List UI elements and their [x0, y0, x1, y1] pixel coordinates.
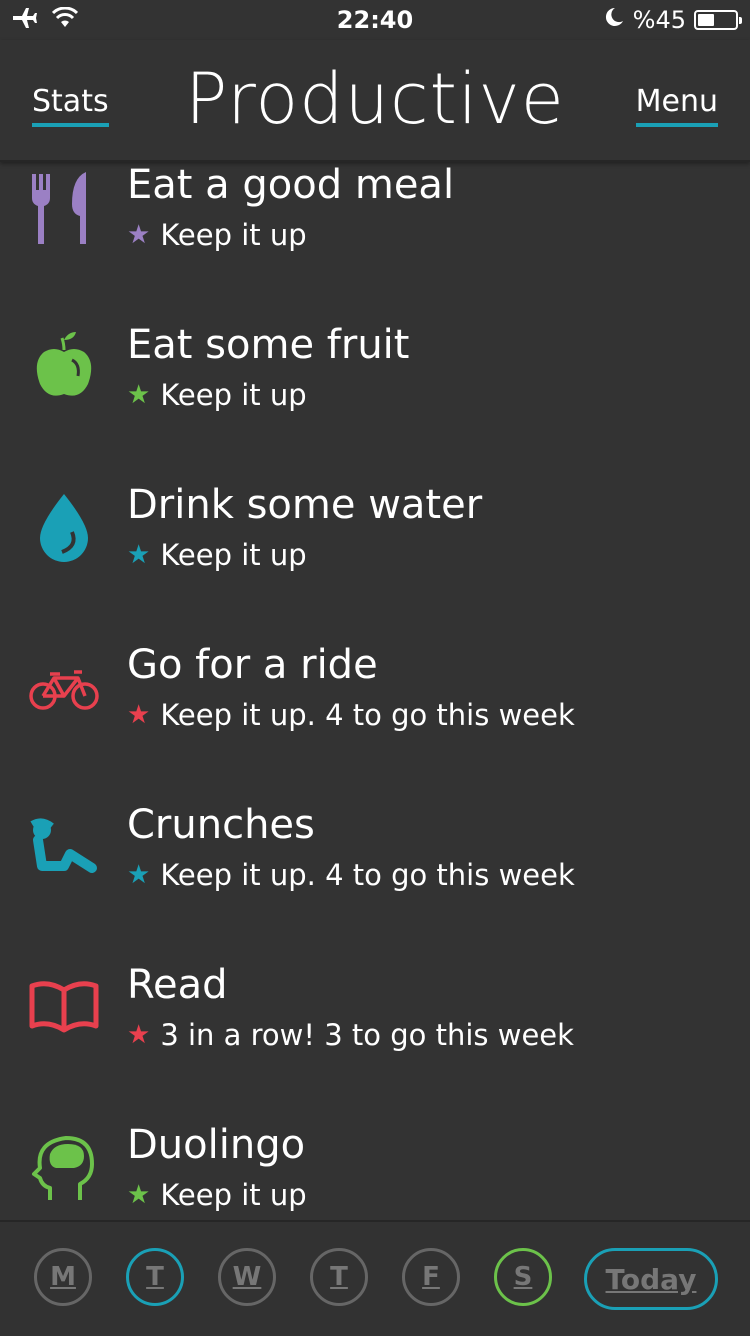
star-icon: ★	[127, 540, 151, 570]
habit-status-text: Keep it up	[160, 538, 307, 572]
habit-row[interactable]: Eat some fruit ★ Keep it up	[0, 322, 750, 482]
habit-row[interactable]: Eat a good meal ★ Keep it up	[0, 162, 750, 322]
habit-row[interactable]: Go for a ride ★ Keep it up. 4 to go this…	[0, 642, 750, 802]
habit-name: Eat some fruit	[127, 322, 410, 368]
battery-icon	[694, 10, 742, 30]
crunches-icon	[28, 810, 100, 882]
day-thursday[interactable]: T	[310, 1248, 368, 1306]
star-icon: ★	[127, 220, 151, 250]
brain-head-icon	[28, 1130, 100, 1202]
habit-status: ★ Keep it up	[127, 378, 307, 412]
habit-status-text: 3 in a row! 3 to go this week	[160, 1018, 574, 1052]
habit-status-text: Keep it up	[160, 378, 307, 412]
app-header: Stats Productive Menu	[0, 40, 750, 162]
star-icon: ★	[127, 700, 151, 730]
habit-status-text: Keep it up	[160, 1178, 307, 1212]
habit-name: Go for a ride	[127, 642, 378, 688]
day-tuesday[interactable]: T	[126, 1248, 184, 1306]
habit-name: Read	[127, 962, 228, 1008]
habit-row[interactable]: Drink some water ★ Keep it up	[0, 482, 750, 642]
day-selector: M T W T F S Today	[0, 1220, 750, 1336]
habit-status: ★ Keep it up. 4 to go this week	[127, 858, 575, 892]
day-wednesday[interactable]: W	[218, 1248, 276, 1306]
fork-knife-icon	[28, 172, 100, 244]
habit-name: Duolingo	[127, 1122, 306, 1168]
habit-row[interactable]: Read ★ 3 in a row! 3 to go this week	[0, 962, 750, 1122]
star-icon: ★	[127, 1020, 151, 1050]
habit-row[interactable]: Crunches ★ Keep it up. 4 to go this week	[0, 802, 750, 962]
habit-status: ★ Keep it up	[127, 218, 307, 252]
day-monday[interactable]: M	[34, 1248, 92, 1306]
habit-status-text: Keep it up. 4 to go this week	[160, 698, 575, 732]
day-saturday[interactable]: S	[494, 1248, 552, 1306]
water-drop-icon	[28, 490, 100, 562]
today-button[interactable]: Today	[584, 1248, 718, 1310]
star-icon: ★	[127, 380, 151, 410]
habit-name: Crunches	[127, 802, 315, 848]
habit-status-text: Keep it up	[160, 218, 307, 252]
habit-status: ★ 3 in a row! 3 to go this week	[127, 1018, 574, 1052]
apple-icon	[28, 330, 100, 402]
moon-icon	[603, 6, 625, 34]
bicycle-icon	[28, 650, 100, 722]
book-icon	[28, 970, 100, 1042]
habit-list[interactable]: Eat a good meal ★ Keep it up Eat some fr…	[0, 162, 750, 1220]
star-icon: ★	[127, 1180, 151, 1210]
star-icon: ★	[127, 860, 151, 890]
habit-row[interactable]: Duolingo ★ Keep it up	[0, 1122, 750, 1220]
habit-status: ★ Keep it up. 4 to go this week	[127, 698, 575, 732]
status-bar: 22:40 %45	[0, 0, 750, 40]
battery-percent: %45	[632, 6, 686, 34]
habit-status: ★ Keep it up	[127, 1178, 307, 1212]
habit-status: ★ Keep it up	[127, 538, 307, 572]
habit-name: Drink some water	[127, 482, 483, 528]
menu-button[interactable]: Menu	[635, 84, 718, 127]
habit-status-text: Keep it up. 4 to go this week	[160, 858, 575, 892]
day-friday[interactable]: F	[402, 1248, 460, 1306]
habit-name: Eat a good meal	[127, 162, 455, 208]
